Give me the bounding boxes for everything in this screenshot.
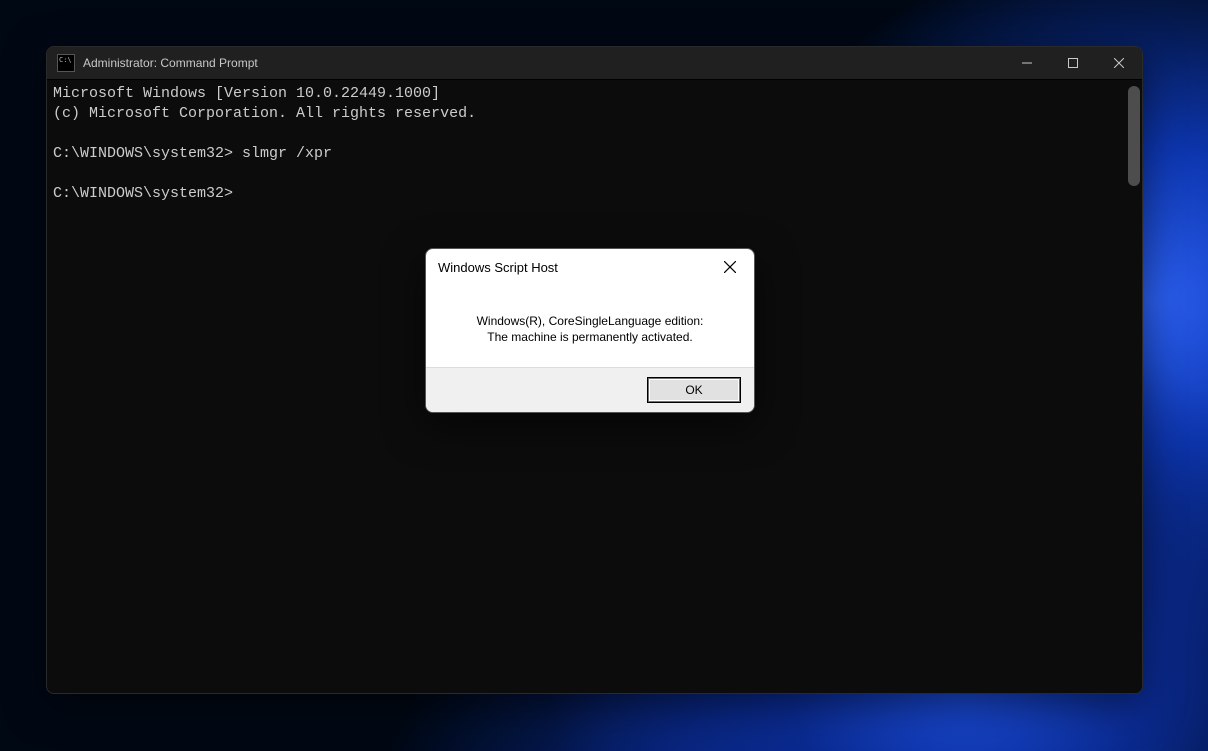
terminal-line: (c) Microsoft Corporation. All rights re…: [53, 105, 476, 122]
window-title: Administrator: Command Prompt: [83, 56, 1004, 70]
dialog-close-button[interactable]: [710, 251, 750, 283]
minimize-button[interactable]: [1004, 47, 1050, 79]
titlebar[interactable]: Administrator: Command Prompt: [47, 47, 1142, 80]
dialog-footer: OK: [426, 367, 754, 412]
ok-button[interactable]: OK: [648, 378, 740, 402]
dialog-titlebar[interactable]: Windows Script Host: [426, 249, 754, 285]
scrollbar-thumb[interactable]: [1128, 86, 1140, 186]
terminal-prompt: C:\WINDOWS\system32> slmgr /xpr: [53, 145, 332, 162]
cmd-icon: [57, 54, 75, 72]
close-button[interactable]: [1096, 47, 1142, 79]
terminal-prompt: C:\WINDOWS\system32>: [53, 185, 233, 202]
terminal-line: Microsoft Windows [Version 10.0.22449.10…: [53, 85, 440, 102]
dialog-title: Windows Script Host: [438, 260, 710, 275]
script-host-dialog: Windows Script Host Windows(R), CoreSing…: [425, 248, 755, 413]
dialog-message-line: Windows(R), CoreSingleLanguage edition:: [477, 314, 704, 328]
dialog-message: Windows(R), CoreSingleLanguage edition: …: [426, 285, 754, 367]
dialog-message-line: The machine is permanently activated.: [487, 330, 692, 344]
maximize-button[interactable]: [1050, 47, 1096, 79]
